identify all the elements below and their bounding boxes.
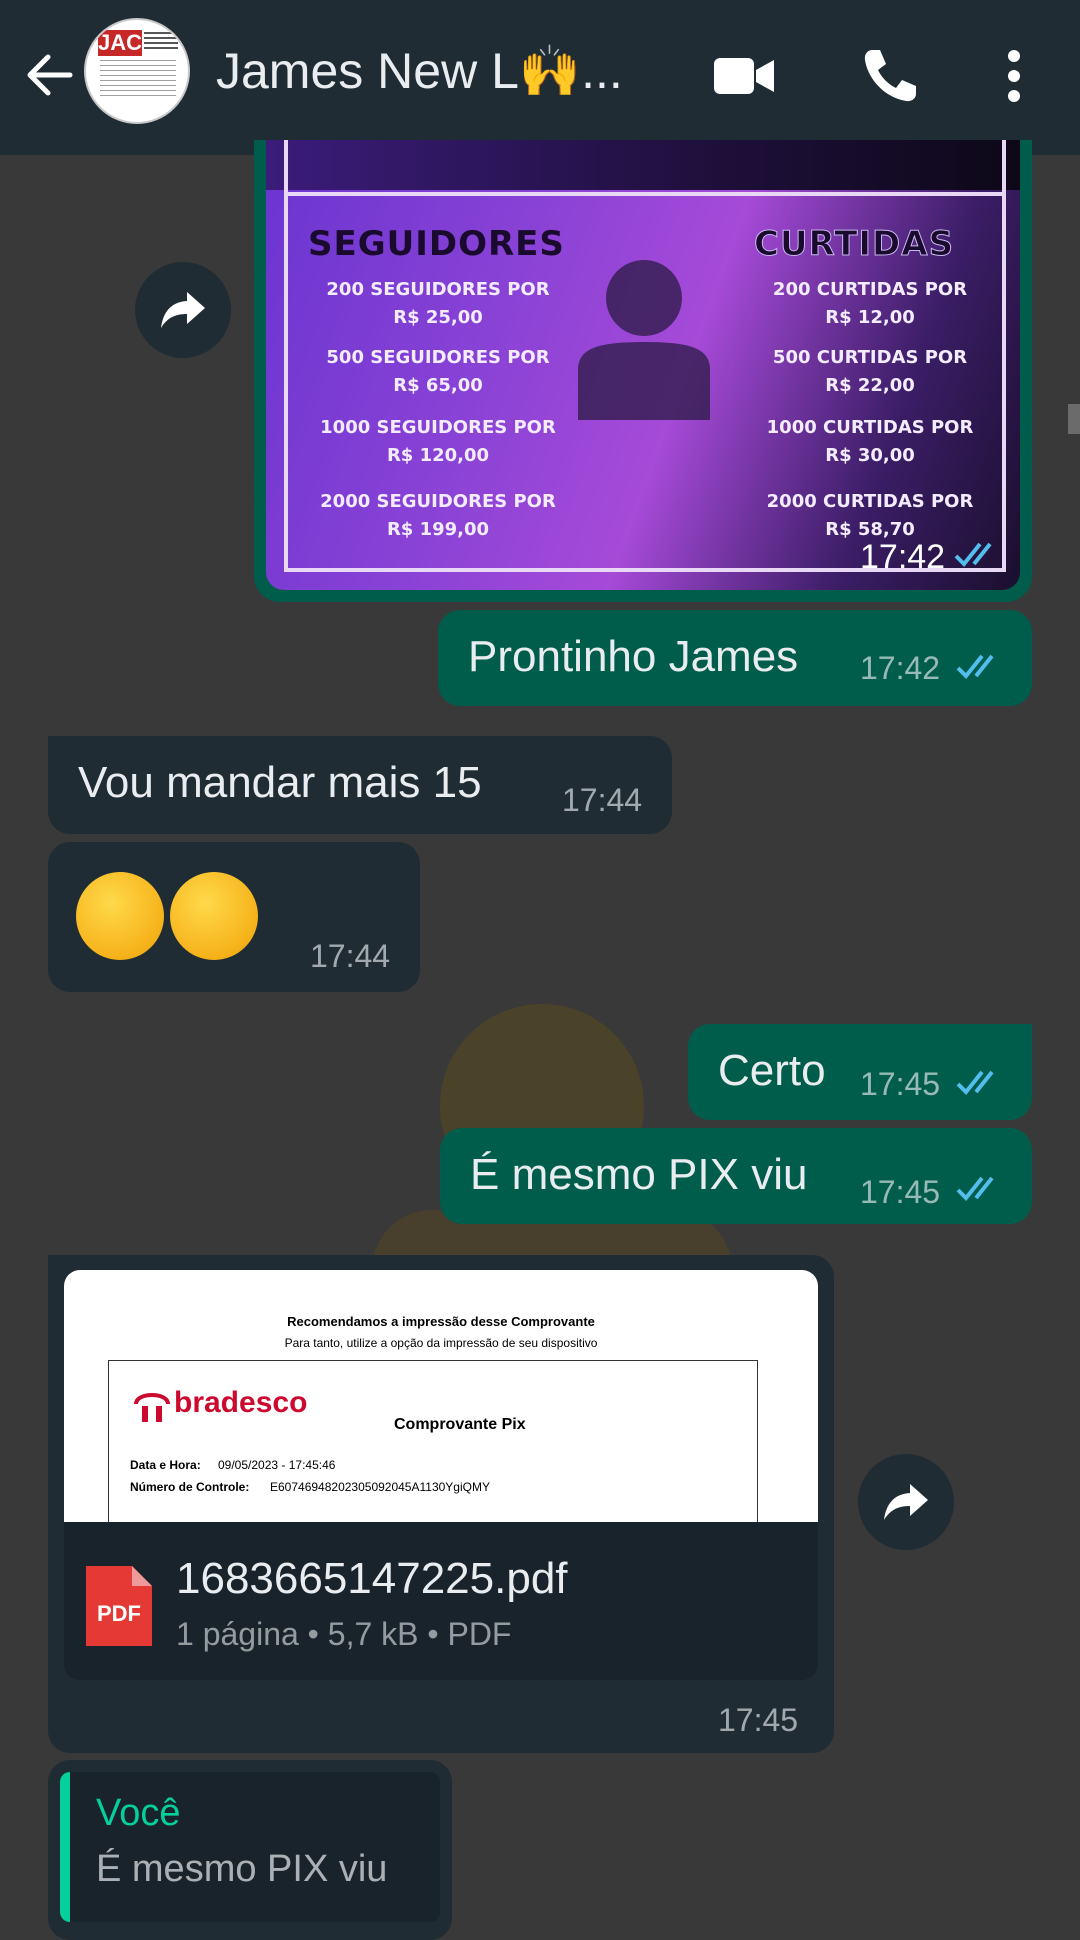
promo-frame [1002, 140, 1006, 194]
read-ticks-icon [956, 1176, 994, 1201]
person-icon [578, 260, 710, 420]
message-time: 17:44 [562, 782, 643, 818]
winking-emoji [170, 872, 258, 960]
contact-name[interactable]: James New L🙌... [216, 42, 623, 101]
contact-avatar[interactable]: JAC [84, 18, 190, 124]
bank-name: bradesco [174, 1386, 308, 1419]
message-time: 17:42 [860, 650, 941, 686]
message-text: Certo [718, 1046, 826, 1095]
message-time: 17:44 [310, 938, 391, 974]
pdf-file-icon: PDF [86, 1566, 152, 1646]
forward-button[interactable] [858, 1454, 954, 1550]
seguidores-offer: 500 SEGUIDORES POR R$ 65,00 [298, 344, 578, 400]
avatar-logo-mark: JAC [98, 30, 143, 56]
preview-subnotice: Para tanto, utilize a opção da impressão… [284, 1336, 598, 1350]
receipt-box [108, 1360, 758, 1522]
video-camera-icon[interactable] [712, 44, 776, 108]
seguidores-offer: 200 SEGUIDORES POR R$ 25,00 [298, 276, 578, 332]
avatar-logo-body [100, 60, 176, 100]
offer-price: R$ 30,00 [825, 445, 915, 466]
offer-line: 1000 CURTIDAS POR [766, 417, 974, 438]
curtidas-offer: 2000 CURTIDAS POR R$ 58,70 [730, 488, 1010, 544]
offer-line: 1000 SEGUIDORES POR [320, 417, 556, 438]
offer-line: 200 SEGUIDORES POR [326, 279, 550, 300]
bradesco-logo-icon [134, 1393, 170, 1422]
back-arrow-icon[interactable] [20, 45, 80, 105]
message-text: Prontinho James [468, 632, 799, 681]
message-time: 17:45 [860, 1174, 941, 1210]
quote-author: Você [96, 1792, 181, 1834]
offer-line: 2000 CURTIDAS POR [766, 491, 974, 512]
offer-price: R$ 199,00 [386, 519, 490, 540]
curtidas-offer: 500 CURTIDAS POR R$ 22,00 [730, 344, 1010, 400]
message-time: 17:45 [718, 1702, 799, 1738]
control-value: E60746948202305092045A1130YgiQMY [270, 1480, 490, 1494]
offer-price: R$ 12,00 [825, 307, 915, 328]
document-preview[interactable]: Recomendamos a impressão desse Comprovan… [64, 1270, 818, 1522]
quoted-message[interactable]: Você É mesmo PIX viu [60, 1772, 440, 1922]
offer-line: 200 CURTIDAS POR [772, 279, 968, 300]
receipt-title: Comprovante Pix [394, 1416, 526, 1433]
scroll-indicator[interactable] [1068, 404, 1080, 434]
quote-text: É mesmo PIX viu [96, 1848, 388, 1890]
offer-line: 500 SEGUIDORES POR [326, 347, 550, 368]
chat-header: JAC James New L🙌... [0, 0, 1080, 155]
read-ticks-icon [956, 1070, 994, 1095]
message-time: 17:42 [860, 538, 946, 576]
read-ticks-icon [956, 654, 994, 679]
seguidores-title: SEGUIDORES [308, 224, 565, 264]
control-label: Número de Controle: [130, 1480, 250, 1494]
message-text: É mesmo PIX viu [470, 1150, 808, 1199]
message-text: Vou mandar mais 15 [78, 758, 482, 807]
offer-price: R$ 22,00 [825, 375, 915, 396]
forward-button[interactable] [135, 262, 231, 358]
outgoing-message[interactable]: É mesmo PIX viu 17:45 [440, 1128, 1032, 1224]
offer-price: R$ 65,00 [393, 375, 483, 396]
curtidas-title: CURTIDAS [753, 224, 955, 265]
seguidores-offer: 1000 SEGUIDORES POR R$ 120,00 [298, 414, 578, 470]
document-filename: 1683665147225.pdf [176, 1554, 568, 1603]
incoming-message[interactable]: Vou mandar mais 15 17:44 [48, 736, 672, 834]
offer-line: 2000 SEGUIDORES POR [320, 491, 556, 512]
forward-icon [161, 292, 205, 328]
read-ticks-icon [954, 542, 992, 567]
forward-icon [884, 1484, 928, 1520]
avatar-logo-lines [144, 32, 178, 52]
promo-topbar [266, 140, 1020, 190]
outgoing-message[interactable]: Prontinho James 17:42 [438, 610, 1032, 706]
message-time: 17:45 [860, 1066, 941, 1102]
offer-price: R$ 58,70 [825, 519, 915, 540]
promo-image[interactable]: SEGUIDORES CURTIDAS 200 SEGUIDORES POR R$… [266, 140, 1020, 590]
date-value: 09/05/2023 - 17:45:46 [218, 1458, 336, 1472]
promo-frame [284, 140, 288, 194]
winking-emoji [76, 872, 164, 960]
curtidas-offer: 200 CURTIDAS POR R$ 12,00 [730, 276, 1010, 332]
phone-icon[interactable] [858, 44, 922, 108]
offer-line: 500 CURTIDAS POR [772, 347, 968, 368]
seguidores-offer: 2000 SEGUIDORES POR R$ 199,00 [298, 488, 578, 544]
offer-price: R$ 25,00 [393, 307, 483, 328]
more-vertical-icon[interactable] [990, 44, 1038, 108]
pdf-label: PDF [97, 1601, 141, 1626]
curtidas-offer: 1000 CURTIDAS POR R$ 30,00 [730, 414, 1010, 470]
document-meta: 1 página • 5,7 kB • PDF [176, 1616, 512, 1652]
quote-bar [60, 1772, 70, 1922]
outgoing-message[interactable]: Certo 17:45 [688, 1024, 1032, 1120]
date-label: Data e Hora: [130, 1458, 201, 1472]
incoming-emoji-message[interactable]: 17:44 [48, 842, 420, 992]
offer-price: R$ 120,00 [386, 445, 490, 466]
preview-notice: Recomendamos a impressão desse Comprovan… [287, 1314, 595, 1329]
